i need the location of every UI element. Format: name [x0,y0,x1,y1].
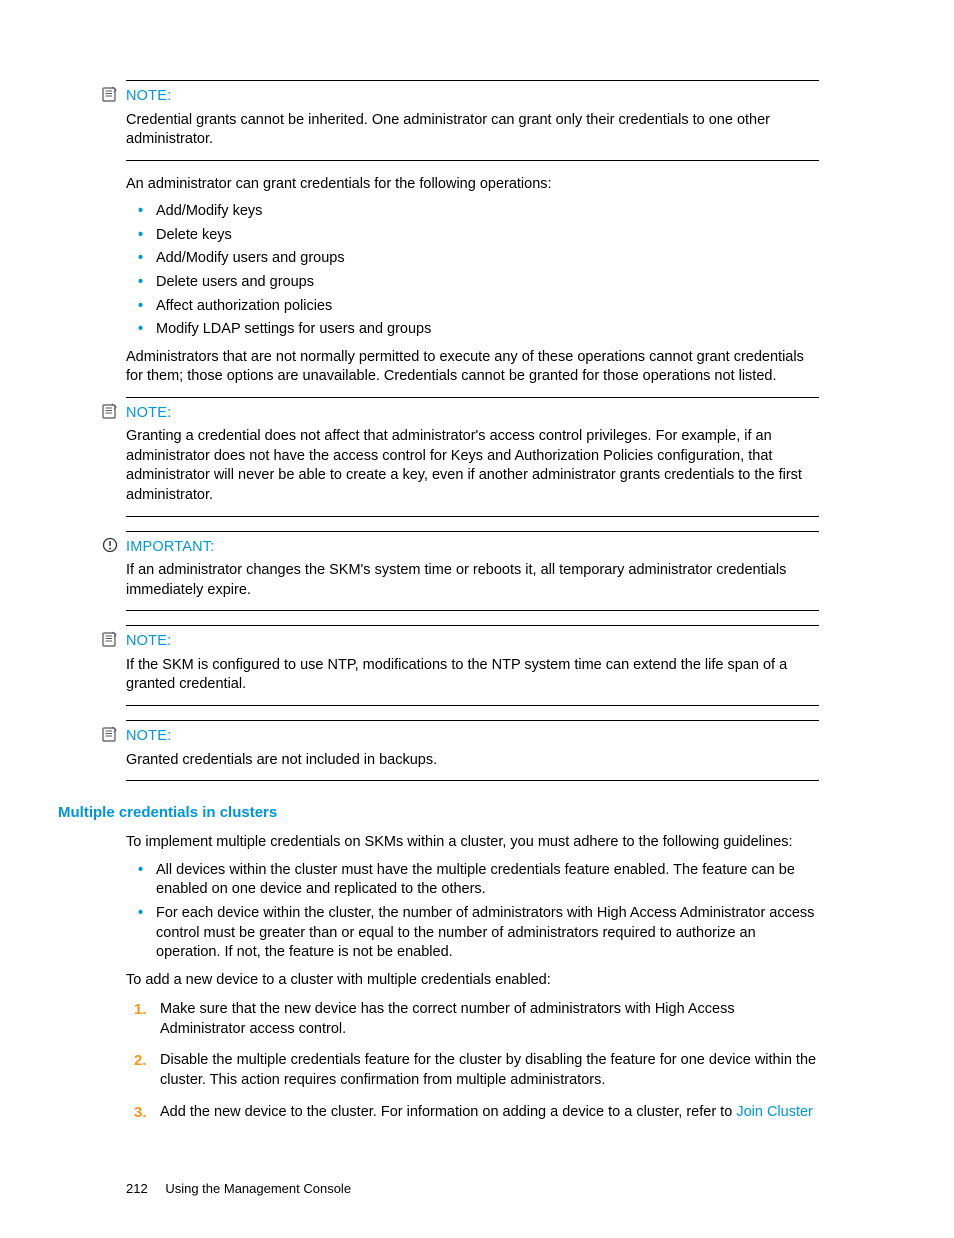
guidelines-list: All devices within the cluster must have… [126,859,819,965]
list-item: Affect authorization policies [126,295,819,319]
note-icon [102,86,118,102]
step-text: Add the new device to the cluster. For i… [160,1104,736,1120]
paragraph: Administrators that are not normally per… [126,348,819,387]
note-body: Granted credentials are not included in … [126,751,819,771]
note-icon [102,631,118,647]
note-label: NOTE: [126,727,819,747]
step-item: Disable the multiple credentials feature… [126,1047,819,1098]
note-callout: NOTE: Granted credentials are not includ… [126,720,819,781]
note-callout: NOTE: If the SKM is configured to use NT… [126,625,819,706]
page-footer: 212 Using the Management Console [126,1180,819,1198]
list-item: Add/Modify users and groups [126,247,819,271]
important-callout: IMPORTANT: If an administrator changes t… [126,531,819,612]
note-label: NOTE: [126,632,819,652]
operations-list: Add/Modify keys Delete keys Add/Modify u… [126,200,819,341]
section-heading: Multiple credentials in clusters [58,803,819,823]
paragraph: To add a new device to a cluster with mu… [126,971,819,991]
note-body: If the SKM is configured to use NTP, mod… [126,656,819,695]
note-label: NOTE: [126,87,819,107]
note-icon [102,403,118,419]
note-body: Credential grants cannot be inherited. O… [126,111,819,150]
list-item: Delete users and groups [126,271,819,295]
list-item: Delete keys [126,224,819,248]
important-body: If an administrator changes the SKM's sy… [126,561,819,600]
note-label: NOTE: [126,404,819,424]
chapter-title: Using the Management Console [165,1181,351,1196]
page-number: 212 [126,1180,148,1198]
note-body: Granting a credential does not affect th… [126,427,819,505]
note-callout: NOTE: Granting a credential does not aff… [126,397,819,517]
important-icon [102,537,118,553]
steps-list: Make sure that the new device has the co… [126,996,819,1130]
join-cluster-link[interactable]: Join Cluster [736,1104,813,1120]
list-item: Add/Modify keys [126,200,819,224]
list-item: For each device within the cluster, the … [126,902,819,965]
note-callout: NOTE: Credential grants cannot be inheri… [126,80,819,161]
paragraph: To implement multiple credentials on SKM… [126,833,819,853]
important-label: IMPORTANT: [126,538,819,558]
list-item: Modify LDAP settings for users and group… [126,318,819,342]
note-icon [102,726,118,742]
step-item: Make sure that the new device has the co… [126,996,819,1047]
step-item: Add the new device to the cluster. For i… [126,1099,819,1131]
list-item: All devices within the cluster must have… [126,859,819,902]
paragraph: An administrator can grant credentials f… [126,175,819,195]
